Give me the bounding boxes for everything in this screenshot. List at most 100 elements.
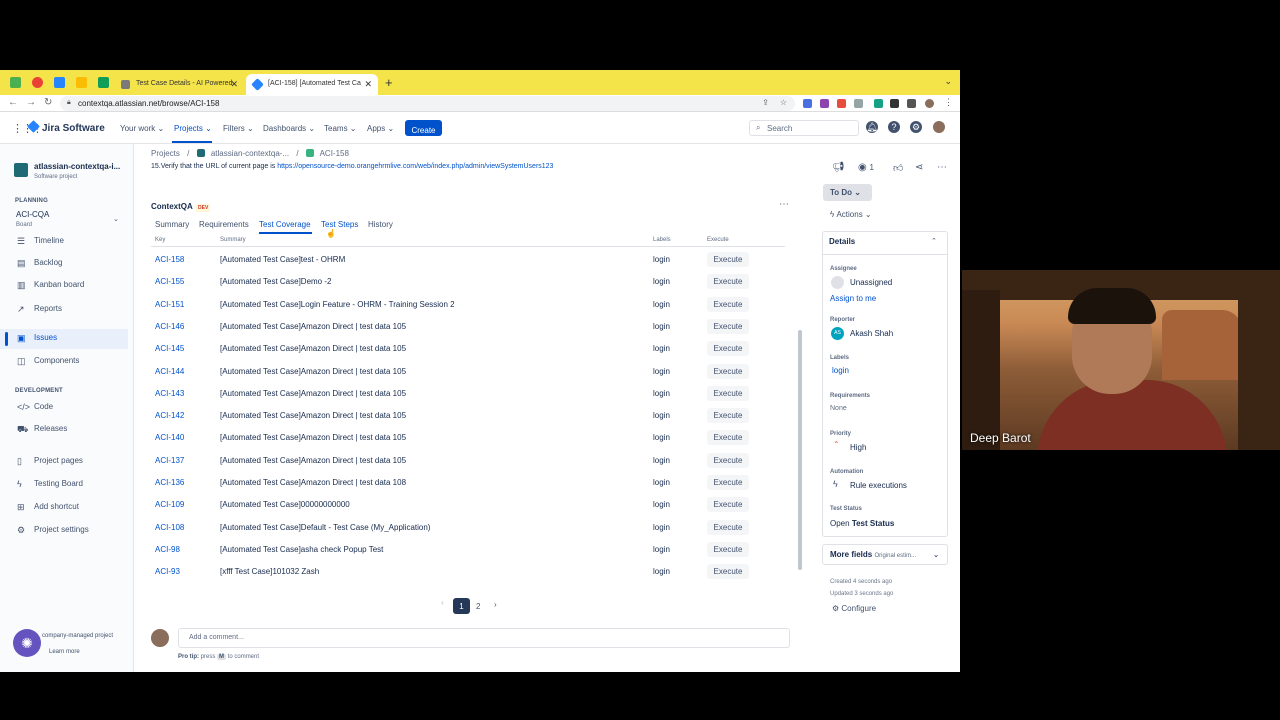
execute-button[interactable]: Execute	[707, 475, 749, 490]
issue-key-link[interactable]: ACI-137	[155, 456, 184, 465]
execute-button[interactable]: Execute	[707, 386, 749, 401]
learn-more-link[interactable]: Learn more	[49, 649, 80, 655]
extension-icon[interactable]	[874, 99, 883, 108]
sidebar-item-backlog[interactable]: ▤ Backlog	[0, 254, 128, 274]
pager-prev-icon[interactable]: ‹	[441, 598, 444, 607]
assignee-value[interactable]: Unassigned	[850, 278, 892, 287]
google-tab-icon[interactable]	[32, 77, 43, 88]
tab-summary[interactable]: Summary	[155, 220, 189, 229]
megaphone-icon[interactable]: 📢︎	[832, 162, 845, 173]
details-header[interactable]: Details	[829, 237, 855, 246]
chevron-up-icon[interactable]: ⌃	[931, 237, 937, 245]
project-name[interactable]: atlassian-contextqa-i...	[34, 162, 120, 171]
sidebar-item-issues[interactable]: ▣ Issues	[0, 329, 128, 349]
issue-key-link[interactable]: ACI-143	[155, 389, 184, 398]
pager-page-1[interactable]: 1	[453, 598, 470, 614]
breadcrumb-issue[interactable]: ACI-158	[320, 149, 349, 158]
nav-projects[interactable]: Projects ⌄	[174, 124, 212, 133]
breadcrumb-projects[interactable]: Projects	[151, 149, 180, 158]
settings-gear-icon[interactable]: ⚙	[910, 121, 922, 133]
more-fields-section[interactable]: More fields Original estim... ⌄	[822, 544, 948, 565]
sidebar-item-kanban-board[interactable]: ▥ Kanban board	[0, 276, 128, 296]
status-dropdown[interactable]: To Do ⌄	[823, 184, 872, 201]
pinned-tab-icon[interactable]	[10, 77, 21, 88]
issue-key-link[interactable]: ACI-155	[155, 277, 184, 286]
issue-key-link[interactable]: ACI-142	[155, 411, 184, 420]
like-thumb-icon[interactable]: 👍︎	[893, 162, 903, 174]
issue-key-link[interactable]: ACI-146	[155, 322, 184, 331]
sparkle-assistant-icon[interactable]: ✺	[13, 629, 41, 657]
execute-button[interactable]: Execute	[707, 274, 749, 289]
chevron-down-icon[interactable]: ⌄	[113, 215, 119, 223]
sidebar-toggle-icon[interactable]	[907, 99, 916, 108]
sheets-tab-icon[interactable]	[98, 77, 109, 88]
share-icon[interactable]: ⋖	[915, 162, 923, 173]
create-button[interactable]: Create	[405, 120, 442, 136]
user-avatar[interactable]	[933, 121, 945, 133]
pager-page-2[interactable]: 2	[476, 602, 480, 611]
tab-test-coverage[interactable]: Test Coverage	[259, 220, 311, 229]
browser-menu-icon[interactable]: ⋮	[944, 97, 953, 108]
nav-filters[interactable]: Filters ⌄	[223, 124, 254, 133]
sidebar-item-project-pages[interactable]: ▯ Project pages	[0, 452, 128, 472]
browser-tab-test-case-details[interactable]: Test Case Details - AI Powered ✕	[114, 74, 244, 95]
nav-apps[interactable]: Apps ⌄	[367, 124, 394, 133]
step-url-link[interactable]: https://opensource-demo.orangehrmlive.co…	[277, 163, 553, 170]
issue-key-link[interactable]: ACI-144	[155, 367, 184, 376]
chevron-down-icon[interactable]: ⌄	[944, 76, 952, 87]
nav-dashboards[interactable]: Dashboards ⌄	[263, 124, 315, 133]
project-avatar[interactable]	[14, 163, 28, 177]
execute-button[interactable]: Execute	[707, 542, 749, 557]
label-chip[interactable]: login	[832, 366, 849, 375]
issue-key-link[interactable]: ACI-145	[155, 344, 184, 353]
execute-button[interactable]: Execute	[707, 408, 749, 423]
close-icon[interactable]: ✕	[230, 79, 238, 90]
tab-history[interactable]: History	[368, 220, 393, 229]
issue-key-link[interactable]: ACI-93	[155, 567, 180, 576]
issue-key-link[interactable]: ACI-140	[155, 433, 184, 442]
execute-button[interactable]: Execute	[707, 430, 749, 445]
jira-tab-icon[interactable]	[54, 77, 65, 88]
close-icon[interactable]: ✕	[364, 79, 372, 90]
execute-button[interactable]: Execute	[707, 364, 749, 379]
search-input[interactable]: ⌕ Search	[749, 120, 859, 136]
test-status-value[interactable]: Open Test Status	[830, 519, 894, 528]
sidebar-item-reports[interactable]: ↗ Reports	[0, 300, 128, 320]
watch-eye-icon[interactable]: ◉ 1	[858, 162, 874, 173]
execute-button[interactable]: Execute	[707, 453, 749, 468]
issue-key-link[interactable]: ACI-108	[155, 523, 184, 532]
board-selector[interactable]: ACI-CQA	[16, 210, 49, 219]
help-icon[interactable]: ?	[888, 121, 900, 133]
reporter-value[interactable]: Akash Shah	[850, 329, 893, 338]
reload-icon[interactable]: ↻	[44, 97, 52, 108]
execute-button[interactable]: Execute	[707, 319, 749, 334]
execute-button[interactable]: Execute	[707, 520, 749, 535]
jira-logo[interactable]: Jira Software	[27, 120, 105, 134]
more-options-icon[interactable]: ⋯	[779, 199, 789, 210]
execute-button[interactable]: Execute	[707, 564, 749, 579]
url-bar[interactable]: 🔒︎ contextqa.atlassian.net/browse/ACI-15…	[60, 96, 795, 111]
execute-button[interactable]: Execute	[707, 497, 749, 512]
bookmark-star-icon[interactable]: ☆	[780, 98, 787, 107]
issue-key-link[interactable]: ACI-98	[155, 545, 180, 554]
execute-button[interactable]: Execute	[707, 341, 749, 356]
sidebar-item-timeline[interactable]: ☰ Timeline	[0, 232, 128, 252]
nav-your-work[interactable]: Your work ⌄	[120, 124, 164, 133]
extension-icon[interactable]	[854, 99, 863, 108]
sidebar-item-add-shortcut[interactable]: ⊞ Add shortcut	[0, 498, 128, 518]
sidebar-item-project-settings[interactable]: ⚙ Project settings	[0, 521, 128, 541]
back-icon[interactable]: ←	[8, 97, 18, 108]
tab-requirements[interactable]: Requirements	[199, 220, 249, 229]
sidebar-item-components[interactable]: ◫ Components	[0, 352, 128, 372]
scrollbar[interactable]	[798, 330, 802, 570]
issue-key-link[interactable]: ACI-151	[155, 300, 184, 309]
more-actions-icon[interactable]: ⋯	[937, 162, 947, 173]
pager-next-icon[interactable]: ›	[494, 600, 497, 609]
nav-teams[interactable]: Teams ⌄	[324, 124, 357, 133]
priority-value[interactable]: High	[850, 443, 866, 452]
new-tab-icon[interactable]: +	[385, 75, 393, 90]
execute-button[interactable]: Execute	[707, 297, 749, 312]
sidebar-item-releases[interactable]: ⛟ Releases	[0, 420, 128, 440]
profile-avatar[interactable]	[925, 99, 934, 108]
browser-tab-aci-158[interactable]: [ACI-158] [Automated Test Ca ✕	[246, 74, 378, 95]
